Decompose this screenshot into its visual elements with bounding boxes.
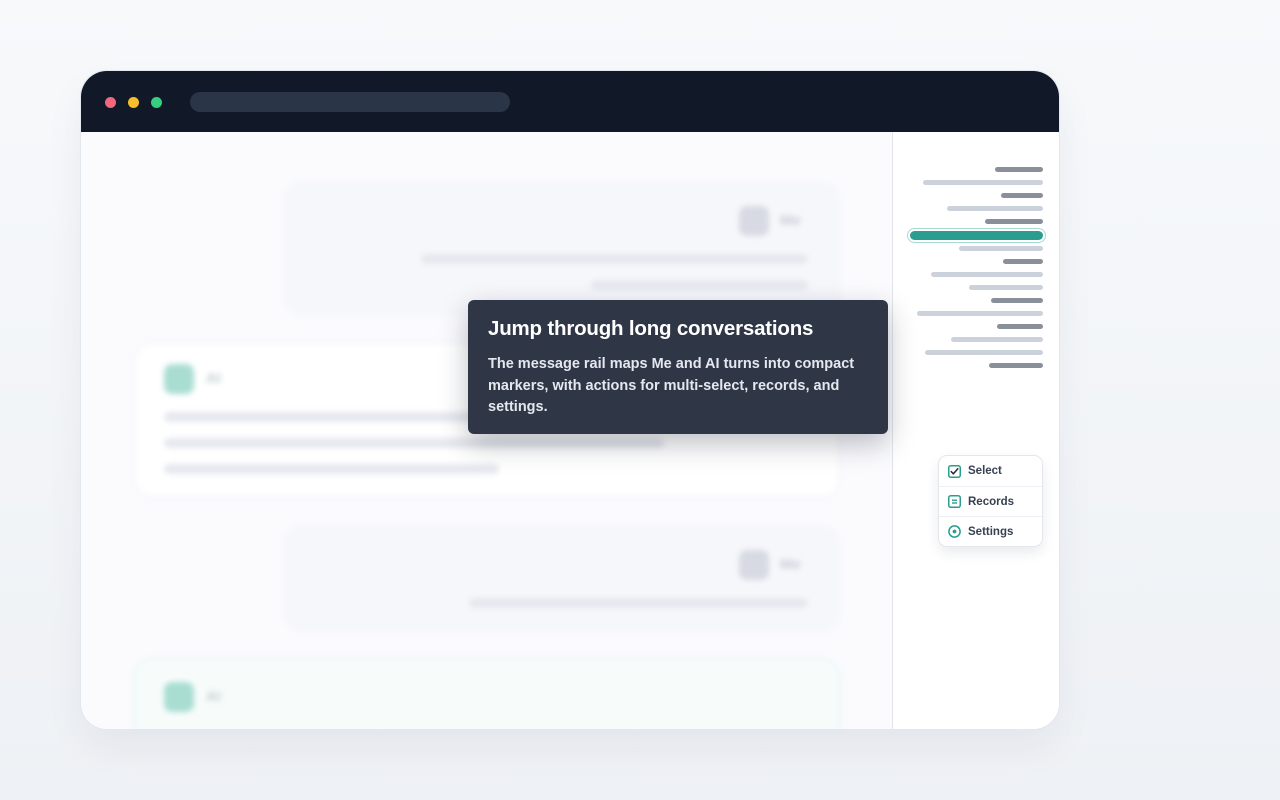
select-action[interactable]: Select — [939, 456, 1042, 486]
rail-marker-ai[interactable] — [959, 246, 1043, 251]
rail-marker-ai[interactable] — [951, 337, 1043, 342]
avatar — [739, 550, 769, 580]
avatar — [164, 364, 194, 394]
sender-label: AI — [206, 370, 221, 387]
close-window-dot[interactable] — [105, 97, 116, 108]
settings-action[interactable]: Settings — [939, 516, 1042, 546]
tooltip-title: Jump through long conversations — [488, 317, 814, 340]
rail-marker-me[interactable] — [1003, 259, 1043, 264]
rail-marker-me[interactable] — [1001, 193, 1043, 198]
rail-marker-ai[interactable] — [969, 285, 1043, 290]
rail-marker-me[interactable] — [997, 324, 1043, 329]
rail-marker-active[interactable] — [910, 231, 1043, 240]
message-line — [164, 464, 499, 474]
message-bubble-me: Me — [286, 184, 838, 314]
message-line — [421, 254, 808, 264]
message-bubble-ai: AI — [136, 660, 838, 729]
gear-icon — [948, 525, 961, 538]
tooltip-body: The message rail maps Me and AI turns in… — [488, 356, 855, 415]
select-label: Select — [968, 465, 1002, 477]
address-bar[interactable] — [190, 92, 510, 112]
sender-label: Me — [780, 212, 801, 229]
checkbox-icon — [948, 464, 961, 478]
message-line — [164, 438, 664, 448]
records-action[interactable]: Records — [939, 486, 1042, 516]
maximize-window-dot[interactable] — [151, 97, 162, 108]
sender-label: AI — [206, 688, 221, 705]
avatar — [739, 206, 769, 236]
message-line — [591, 280, 808, 290]
records-label: Records — [968, 495, 1015, 508]
rail-marker-me[interactable] — [995, 167, 1043, 172]
avatar — [164, 682, 194, 712]
message-rail — [892, 132, 1059, 729]
rail-marker-me[interactable] — [985, 219, 1043, 224]
onboarding-tooltip: Jump through long conversations The mess… — [468, 300, 888, 434]
window-titlebar — [81, 71, 1059, 132]
rail-marker-ai[interactable] — [931, 272, 1043, 277]
rail-marker-ai[interactable] — [917, 311, 1043, 316]
message-bubble-me: Me — [286, 528, 838, 630]
rail-marker-me[interactable] — [991, 298, 1043, 303]
message-line — [469, 598, 808, 608]
rail-marker-me[interactable] — [989, 363, 1043, 368]
sender-label: Me — [780, 556, 801, 573]
rail-marker-ai[interactable] — [947, 206, 1043, 211]
minimize-window-dot[interactable] — [128, 97, 139, 108]
rail-marker-ai[interactable] — [923, 180, 1043, 185]
rail-actions-menu: Select Records Settings — [939, 456, 1042, 546]
document-icon — [948, 495, 961, 508]
rail-marker-ai[interactable] — [925, 350, 1043, 355]
settings-label: Settings — [968, 525, 1014, 538]
